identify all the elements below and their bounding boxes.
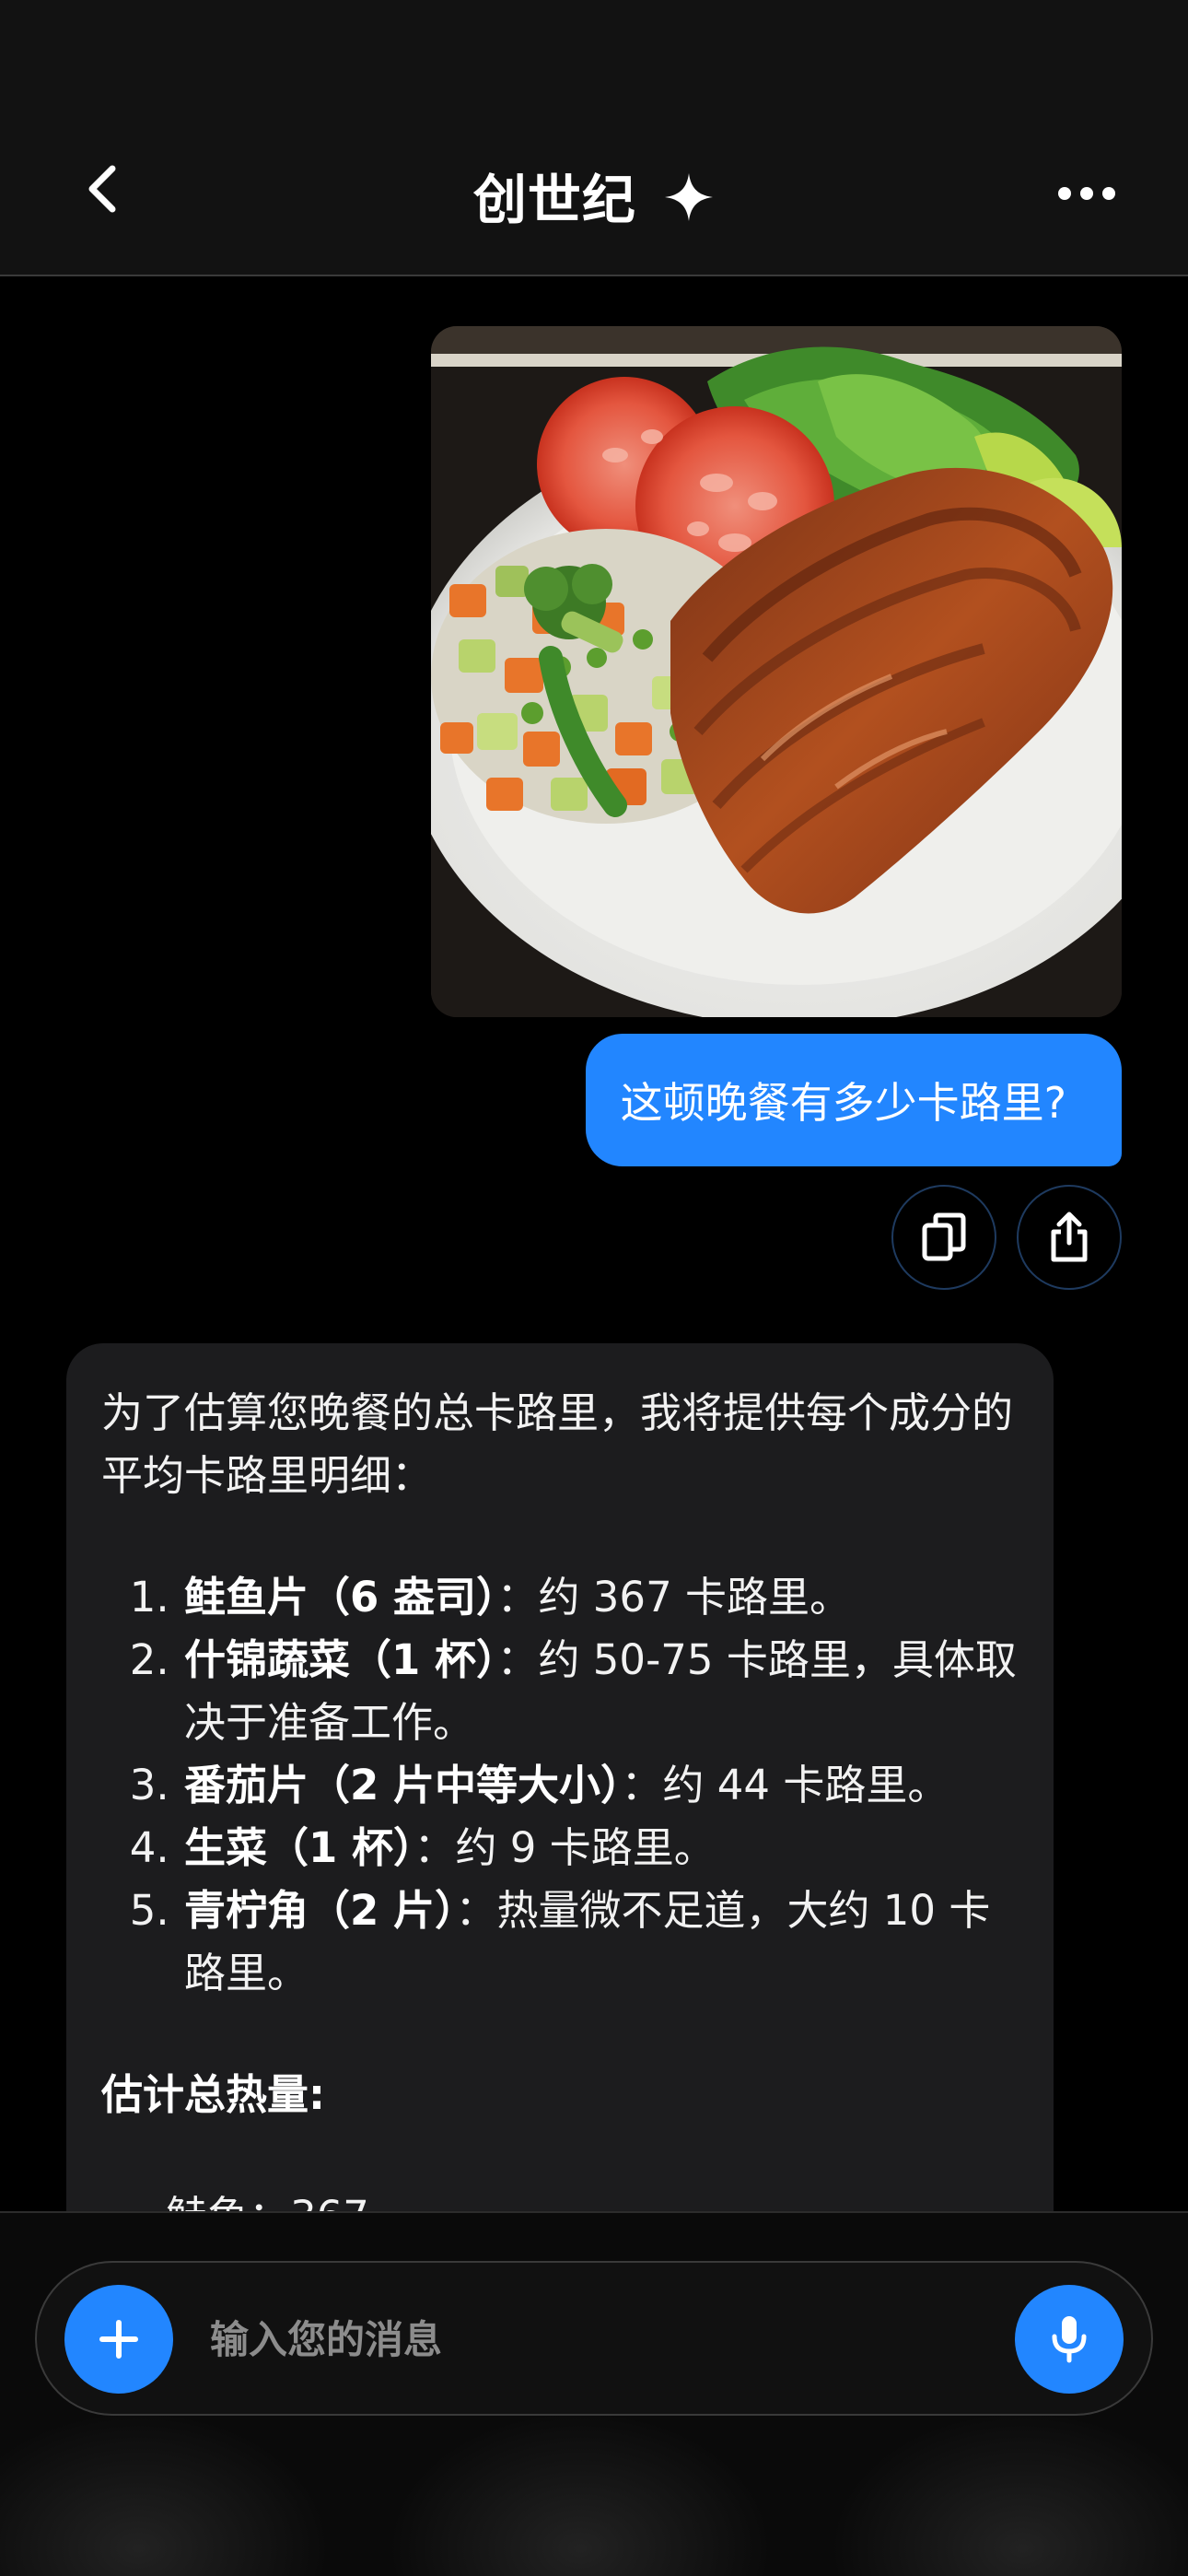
header-bar: 创世纪 [0,0,1188,276]
more-options-button[interactable] [1041,157,1133,230]
more-dot-icon [1058,187,1071,200]
share-button[interactable] [1017,1185,1122,1290]
user-message-text: 这顿晚餐有多少卡路里? [620,1078,1066,1128]
list-item: 生菜（1 杯）：约 9 卡路里。 [182,1817,1019,1879]
sparkle-icon [663,171,715,236]
title-text: 创世纪 [472,169,636,231]
list-item: 鲑鱼片（6 盎司）：约 367 卡路里。 [182,1566,1019,1629]
background-glow [387,2410,774,2576]
user-message-bubble[interactable]: 这顿晚餐有多少卡路里? [585,1034,1122,1166]
list-item: 什锦蔬菜（1 杯）：约 50-75 卡路里，具体取决于准备工作。 [182,1629,1019,1754]
background-glow [0,2410,332,2576]
total-heading: 估计总热量: [101,2070,325,2119]
chat-screen: 创世纪 这顿晚餐有多少卡路里? 为了估算您晚餐的总卡路里，我将提供每个成分的平均… [0,0,1188,2576]
list-item: 番茄片（2 片中等大小）：约 44 卡路里。 [182,1754,1019,1817]
attached-meal-photo[interactable] [431,326,1122,1017]
microphone-icon [1052,2316,1087,2363]
composer-area [0,2211,1188,2576]
microphone-button[interactable] [1015,2285,1124,2394]
copy-icon [922,1212,966,1261]
list-item: 青柠角（2 片）：热量微不足道，大约 10 卡路里。 [182,1879,1019,2005]
message-composer [35,2261,1153,2416]
background-glow [829,2410,1188,2576]
add-attachment-button[interactable] [64,2285,173,2394]
copy-button[interactable] [891,1185,996,1290]
more-dot-icon [1080,187,1093,200]
share-icon [1051,1212,1088,1262]
assistant-intro: 为了估算您晚餐的总卡路里，我将提供每个成分的平均卡路里明细： [101,1388,1014,1500]
message-input[interactable] [208,2300,967,2379]
more-dot-icon [1102,187,1115,200]
assistant-message-bubble: 为了估算您晚餐的总卡路里，我将提供每个成分的平均卡路里明细： 鲑鱼片（6 盎司）… [66,1343,1054,2265]
plus-icon [99,2320,138,2359]
calorie-breakdown-list: 鲑鱼片（6 盎司）：约 367 卡路里。 什锦蔬菜（1 杯）：约 50-75 卡… [101,1566,1019,2005]
message-actions [891,1185,1122,1290]
page-title: 创世纪 [0,157,1188,236]
